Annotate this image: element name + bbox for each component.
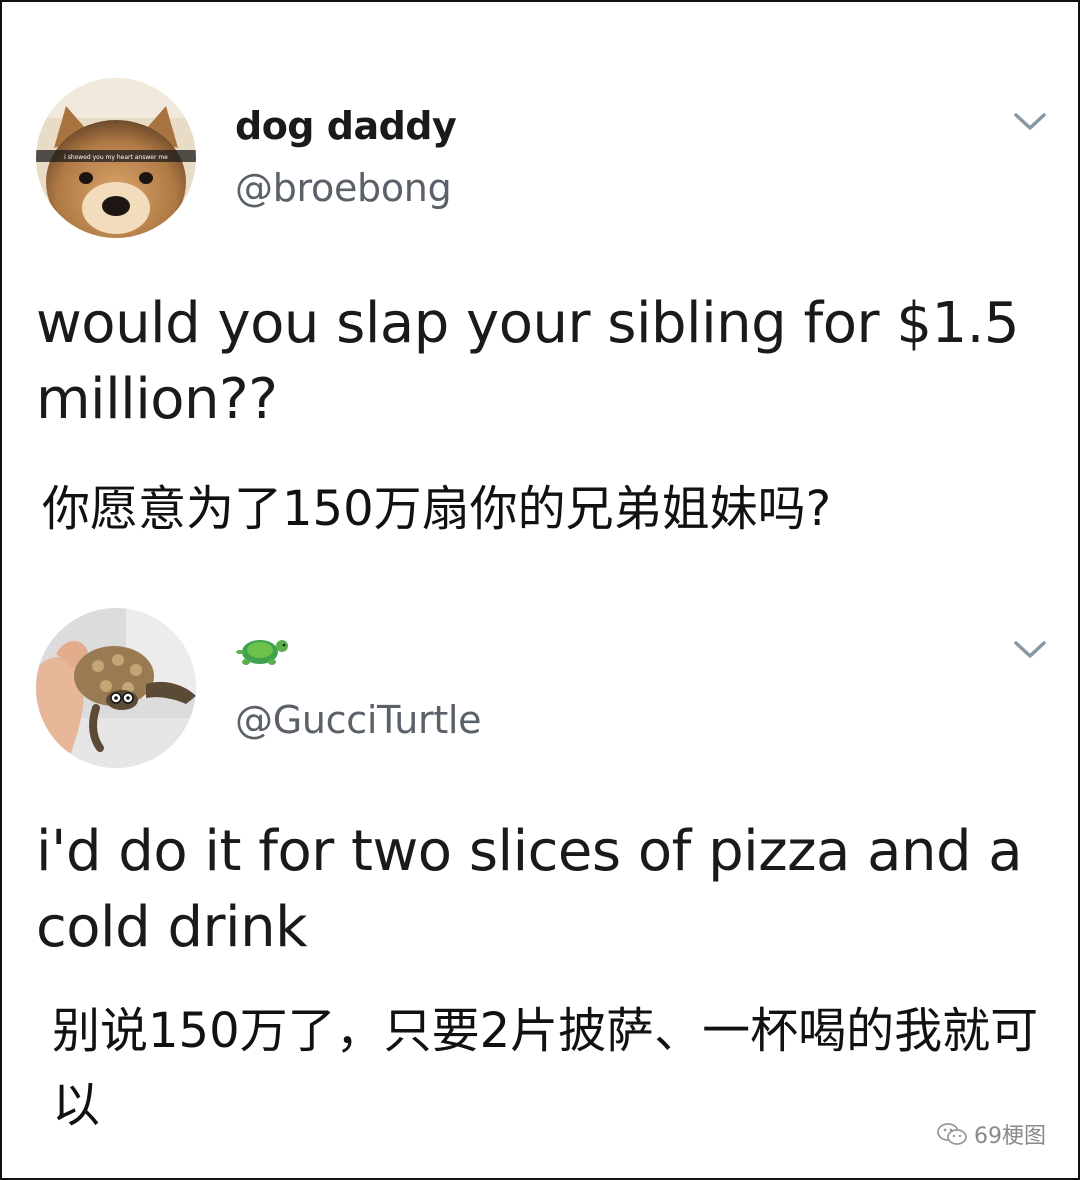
tweet: i showed you my heart answer me dog dadd… [2,2,1078,562]
watermark-label: 69梗图 [974,1124,1046,1149]
handle[interactable]: @GucciTurtle [235,698,482,742]
turtle-emoji-icon [236,640,288,665]
turtle-avatar-image [36,608,196,768]
screenshot-frame: i showed you my heart answer me dog dadd… [0,0,1080,1180]
handle[interactable]: @broebong [235,166,452,210]
watermark: 69梗图 [936,1118,1046,1150]
translation-text: 你愿意为了150万扇你的兄弟姐妹吗? [42,481,832,537]
wechat-icon [937,1123,967,1145]
chevron-down-icon[interactable] [1012,638,1048,662]
chevron-down-icon[interactable] [1012,110,1048,134]
dog-avatar-image: i showed you my heart answer me [36,78,196,238]
avatar-caption: i showed you my heart answer me [64,154,168,161]
display-name[interactable]: dog daddy [235,104,457,148]
turtle-avatar[interactable] [36,608,196,768]
dog-avatar[interactable]: i showed you my heart answer me [36,78,196,238]
tweet: @GucciTurtle i'd do it for two slices of… [2,592,1078,1178]
tweet-text: i'd do it for two slices of pizza and a … [36,819,1023,960]
translation-text: 别说150万了，只要2片披萨、一杯喝的我就可以 [52,1003,1039,1133]
tweet-text: would you slap your sibling for $1.5 mil… [36,291,1020,432]
